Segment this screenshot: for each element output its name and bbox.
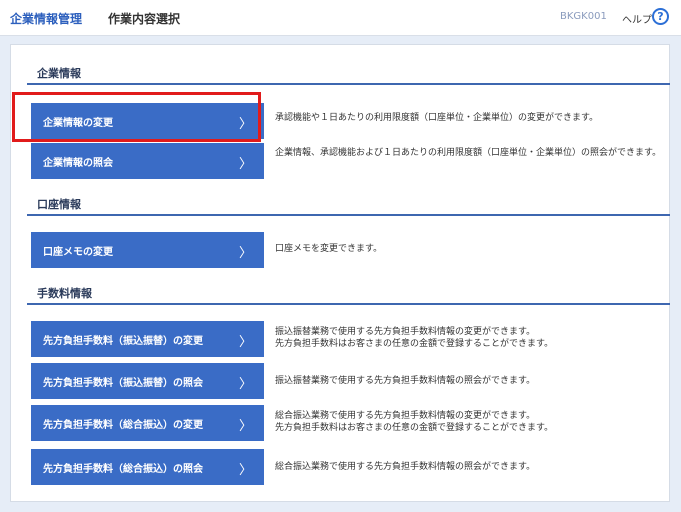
fee-transfer-change-desc: 振込振替業務で使用する先方負担手数料情報の変更ができます。 先方負担手数料はお客…: [275, 327, 554, 349]
fee-transfer-inquiry-button[interactable]: 先方負担手数料（振込振替）の照会 〉: [31, 363, 264, 399]
account-memo-change-button[interactable]: 口座メモの変更 〉: [31, 232, 264, 268]
button-label: 先方負担手数料（振込振替）の照会: [43, 377, 203, 389]
chevron-right-icon: 〉: [238, 463, 252, 478]
highlight-frame: [12, 92, 261, 142]
fee-bulk-change-button[interactable]: 先方負担手数料（総合振込）の変更 〉: [31, 405, 264, 441]
chevron-right-icon: 〉: [238, 419, 252, 434]
fee-transfer-change-button[interactable]: 先方負担手数料（振込振替）の変更 〉: [31, 321, 264, 357]
help-link[interactable]: ヘルプ: [622, 11, 652, 26]
fee-bulk-change-desc: 総合振込業務で使用する先方負担手数料情報の変更ができます。 先方負担手数料はお客…: [275, 411, 554, 433]
button-label: 先方負担手数料（総合振込）の照会: [43, 463, 203, 475]
screen-id: BKGK001: [560, 11, 607, 22]
fee-bulk-inquiry-desc: 総合振込業務で使用する先方負担手数料情報の照会ができます。: [275, 462, 536, 472]
company-info-change-desc: 承認機能や１日あたりの利用限度額（口座単位・企業単位）の変更ができます。: [275, 113, 599, 123]
button-label: 口座メモの変更: [43, 246, 113, 258]
fee-bulk-inquiry-button[interactable]: 先方負担手数料（総合振込）の照会 〉: [31, 449, 264, 485]
top-bar: 企業情報管理 作業内容選択 BKGK001 ヘルプ ?: [0, 0, 681, 36]
chevron-right-icon: 〉: [238, 246, 252, 261]
section-title-company: 企業情報: [27, 65, 670, 85]
button-label: 先方負担手数料（総合振込）の変更: [43, 419, 203, 431]
question-circle-icon[interactable]: ?: [652, 8, 669, 25]
section-title-fee: 手数料情報: [27, 285, 670, 305]
chevron-right-icon: 〉: [238, 377, 252, 392]
chevron-right-icon: 〉: [238, 157, 252, 172]
breadcrumb-company-info[interactable]: 企業情報管理: [10, 10, 82, 27]
fee-transfer-inquiry-desc: 振込振替業務で使用する先方負担手数料情報の照会ができます。: [275, 376, 536, 386]
page-title: 作業内容選択: [108, 12, 181, 26]
button-label: 先方負担手数料（振込振替）の変更: [43, 335, 203, 347]
company-info-inquiry-desc: 企業情報、承認機能および１日あたりの利用限度額（口座単位・企業単位）の照会ができ…: [275, 148, 662, 158]
section-title-account: 口座情報: [27, 196, 670, 216]
company-info-inquiry-button[interactable]: 企業情報の照会 〉: [31, 143, 264, 179]
button-label: 企業情報の照会: [43, 157, 113, 169]
account-memo-change-desc: 口座メモを変更できます。: [275, 244, 383, 254]
chevron-right-icon: 〉: [238, 335, 252, 350]
